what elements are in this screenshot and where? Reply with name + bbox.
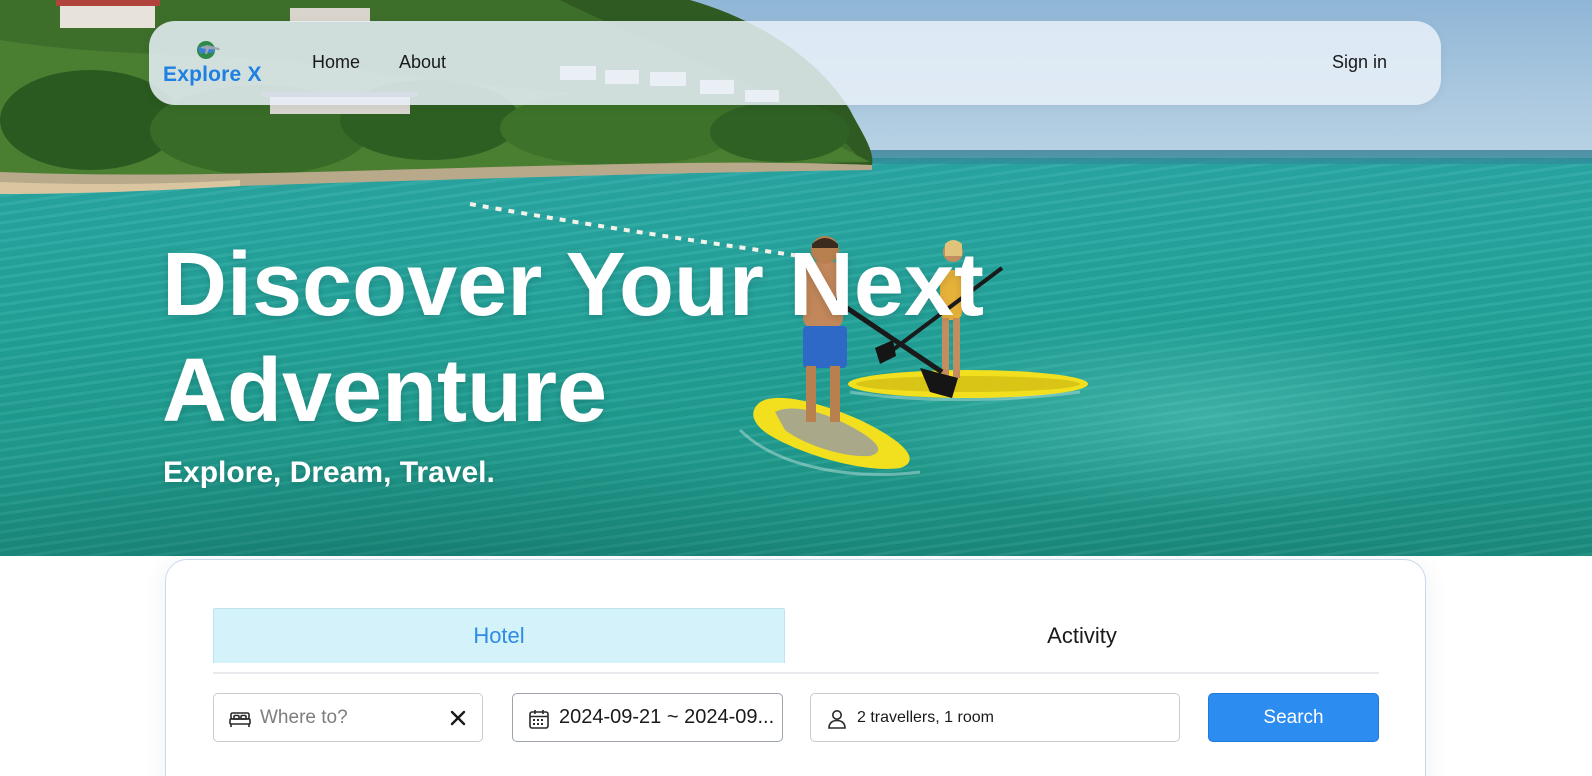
tab-hotel[interactable]: Hotel <box>213 608 785 663</box>
search-tabs: Hotel Activity <box>213 608 1379 674</box>
logo-text: Explore X <box>163 63 262 86</box>
search-button[interactable]: Search <box>1208 693 1379 742</box>
person-icon <box>828 710 846 729</box>
globe-airplane-icon <box>197 41 220 59</box>
tab-activity[interactable]: Activity <box>785 608 1379 663</box>
hero-title: Discover Your Next Adventure <box>162 232 1062 444</box>
search-card: Hotel Activity 2 <box>165 559 1426 776</box>
guests-field[interactable]: 2 travellers, 1 room <box>810 693 1180 742</box>
top-navbar: Explore X Home About Sign in <box>149 21 1441 105</box>
destination-input[interactable] <box>260 694 440 741</box>
sign-in-link[interactable]: Sign in <box>1332 52 1387 73</box>
nav-link-home[interactable]: Home <box>312 52 360 73</box>
close-icon[interactable] <box>448 708 468 728</box>
guests-value: 2 travellers, 1 room <box>857 709 994 726</box>
tab-hotel-label: Hotel <box>473 623 525 648</box>
hero-subtitle: Explore, Dream, Travel. <box>163 456 495 489</box>
date-range-field[interactable]: 2024-09-21 ~ 2024-09... <box>512 693 783 742</box>
logo[interactable]: Explore X <box>163 39 263 91</box>
tab-activity-label: Activity <box>1047 622 1117 648</box>
date-range-value: 2024-09-21 ~ 2024-09... <box>559 706 775 728</box>
destination-field[interactable] <box>213 693 483 742</box>
nav-link-about[interactable]: About <box>399 52 446 73</box>
hero-title-line-2: Adventure <box>162 341 608 441</box>
calendar-icon <box>529 710 549 729</box>
hero-title-line-1: Discover Your Next <box>162 235 984 335</box>
bed-icon <box>229 712 251 727</box>
